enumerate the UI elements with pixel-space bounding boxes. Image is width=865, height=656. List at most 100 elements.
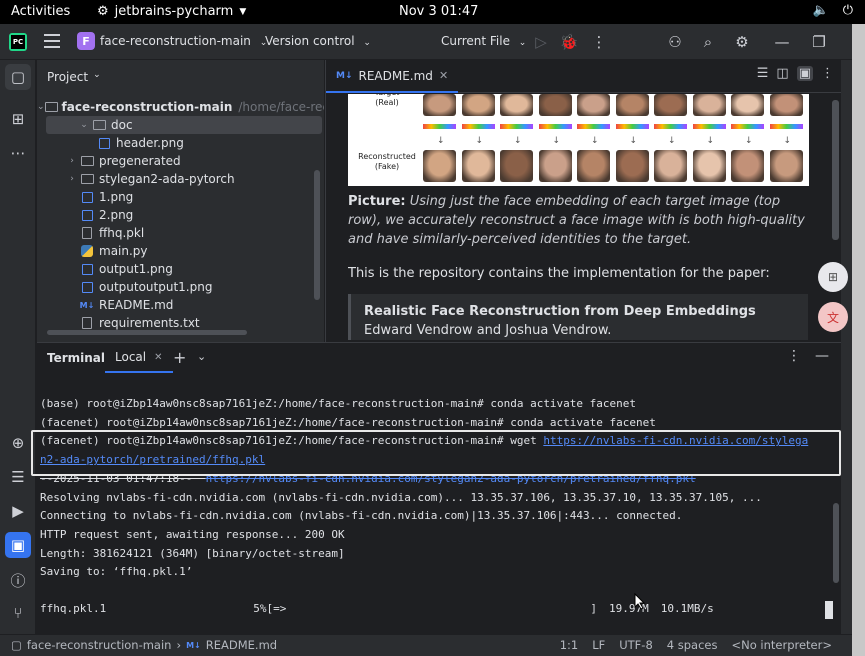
embedding-strip [654, 124, 687, 129]
markdown-view-toggles: ☰ ◫ ▣ ⋮ [757, 66, 834, 81]
tree-item[interactable]: outputoutput1.png [37, 278, 324, 296]
tree-item[interactable]: 1.png [37, 188, 324, 206]
caret-position[interactable]: 1:1 [560, 638, 579, 652]
power-icon[interactable]: ⏻ [843, 3, 853, 18]
clock[interactable]: Nov 3 01:47 [399, 4, 478, 19]
preview-only-icon[interactable]: ▣ [796, 66, 813, 81]
breadcrumb-file[interactable]: README.md [206, 638, 277, 652]
search-icon[interactable]: ⌕ [697, 31, 719, 53]
target-face-thumbnail [538, 94, 572, 116]
file-encoding[interactable]: UTF-8 [619, 638, 653, 652]
run-config-selector[interactable]: Current File ⌄ [441, 34, 526, 48]
tree-item-label: outputoutput1.png [99, 280, 213, 294]
chevron-down-icon[interactable]: ⌄ [77, 120, 91, 130]
project-horizontal-scrollbar[interactable] [47, 330, 247, 335]
project-scrollbar[interactable] [314, 170, 320, 300]
target-face-thumbnail [577, 94, 610, 116]
app-menu[interactable]: ⚙ jetbrains-pycharm ▼ [97, 4, 246, 19]
structure-tool-icon[interactable]: ⊞ [5, 106, 31, 132]
python-console-icon[interactable]: ⊕ [5, 430, 31, 456]
close-icon[interactable]: ✕ [439, 69, 448, 82]
tree-item[interactable]: › pregenerated [37, 152, 324, 170]
terminal-title: Terminal [47, 351, 106, 365]
project-switcher[interactable]: face-reconstruction-main ⌄ [100, 34, 267, 48]
git-icon[interactable]: ⑂ [5, 600, 31, 626]
tree-item-path: /home/face-reconst [238, 100, 324, 114]
terminal-url-link[interactable]: n2-ada-pytorch/pretrained/ffhq.pkl [40, 453, 265, 466]
tree-item[interactable]: › stylegan2-ada-pytorch [37, 170, 324, 188]
breadcrumb-root[interactable]: face-reconstruction-main [27, 638, 172, 652]
tree-item[interactable]: ⌄ face-reconstruction-main/home/face-reco… [37, 98, 324, 116]
layers-icon[interactable]: ☰ [5, 464, 31, 490]
tree-item[interactable]: header.png [37, 134, 324, 152]
more-tools-icon[interactable]: ⋯ [5, 140, 31, 166]
terminal-scrollbar[interactable] [833, 503, 839, 583]
terminal-output[interactable]: (base) root@iZbp14aw0nsc8sap7161jeZ:/hom… [40, 395, 830, 582]
translate-icon[interactable]: 文 [818, 302, 848, 332]
close-icon[interactable]: ✕ [154, 352, 162, 363]
terminal-url-link[interactable]: https://nvlabs-fi-cdn.nvidia.com/stylega [543, 434, 808, 447]
tree-item-icon [91, 118, 107, 132]
arrow-down-icon: ↓ [629, 136, 638, 146]
more-options-icon[interactable]: ⋮ [787, 348, 801, 364]
editor-scrollbar[interactable] [832, 100, 839, 240]
line-separator[interactable]: LF [592, 638, 605, 652]
split-view-icon[interactable]: ◫ [776, 66, 788, 81]
editor-area: M↓ README.md ✕ ☰ ◫ ▣ ⋮ Target (Real) Rec… [325, 60, 842, 342]
settings-gear-icon[interactable]: ⚙ [731, 31, 753, 53]
reconstructed-face-thumbnail [769, 150, 803, 182]
restore-window-icon[interactable]: ❐ [808, 31, 830, 53]
editor-only-icon[interactable]: ☰ [757, 66, 769, 81]
terminal-panel: Terminal Local ✕ + ⌄ ⋮ — (base) root@iZb… [31, 342, 841, 634]
run-icon[interactable]: ▷ [530, 31, 552, 53]
chevron-right-icon: › [176, 638, 182, 652]
tree-item[interactable]: main.py [37, 242, 324, 260]
caption-bold: Picture: [348, 194, 406, 209]
chevron-right-icon[interactable]: › [65, 174, 79, 184]
indent-setting[interactable]: 4 spaces [667, 638, 718, 652]
main-menu-icon[interactable] [44, 34, 60, 48]
project-tool-folder-icon[interactable]: ▢ [5, 64, 31, 90]
left-tool-strip: ▢ ⊞ ⋯ ⊕ ☰ ▶ ▣ ⓘ ⑂ [0, 60, 36, 634]
more-actions-icon[interactable]: ⋮ [588, 31, 610, 53]
volume-icon[interactable]: 🔈 [813, 3, 829, 18]
terminal-tool-icon[interactable]: ▣ [5, 532, 31, 558]
target-face-thumbnail [654, 94, 687, 116]
hide-panel-icon[interactable]: — [815, 348, 829, 364]
arrow-down-icon: ↓ [706, 136, 715, 146]
ide-title-bar: PC F face-reconstruction-main ⌄ Version … [0, 24, 852, 60]
reconstructed-face-thumbnail [615, 150, 649, 182]
floating-apps-icon[interactable]: ⊞ [818, 262, 848, 292]
new-terminal-icon[interactable]: + [173, 348, 186, 367]
vcs-menu[interactable]: Version control ⌄ [265, 34, 371, 48]
tree-item[interactable]: M↓ README.md [37, 296, 324, 314]
chevron-right-icon[interactable]: › [65, 156, 79, 166]
terminal-tab-local[interactable]: Local ✕ [105, 343, 173, 373]
tree-item-label: header.png [116, 136, 184, 150]
project-panel-header[interactable]: Project ⌄ [47, 70, 101, 84]
chevron-down-icon[interactable]: ⌄ [37, 102, 45, 112]
interpreter-selector[interactable]: <No interpreter> [731, 638, 832, 652]
add-user-icon[interactable]: ⚇ [664, 31, 686, 53]
terminal-url-link[interactable]: https://nvlabs-fi-cdn.nvidia.com/stylega… [206, 472, 696, 485]
tree-item[interactable]: 2.png [37, 206, 324, 224]
chevron-down-icon[interactable]: ⌄ [197, 350, 206, 363]
project-badge[interactable]: F [77, 32, 95, 50]
folder-icon [80, 174, 94, 184]
minimize-icon[interactable]: — [771, 31, 793, 53]
tab-label: README.md [358, 68, 433, 83]
project-panel: Project ⌄ ⌄ face-reconstruction-main/home… [37, 60, 324, 342]
services-icon[interactable]: ▶ [5, 498, 31, 524]
system-tray[interactable]: 🔈 ⏻ [813, 3, 853, 18]
tab-readme[interactable]: M↓ README.md ✕ [326, 60, 459, 93]
tree-item[interactable]: output1.png [37, 260, 324, 278]
embedding-strip [423, 124, 456, 129]
figure-caption: Picture: Using just the face embedding o… [348, 192, 808, 249]
problems-icon[interactable]: ⓘ [5, 567, 31, 593]
tree-item[interactable]: ⌄ doc [46, 116, 322, 134]
tree-item[interactable]: ffhq.pkl [37, 224, 324, 242]
activities-button[interactable]: Activities [11, 4, 70, 19]
more-options-icon[interactable]: ⋮ [821, 66, 834, 81]
terminal-line: Length: 381624121 (364M) [binary/octet-s… [40, 545, 830, 564]
debug-icon[interactable]: 🐞 [558, 31, 580, 53]
